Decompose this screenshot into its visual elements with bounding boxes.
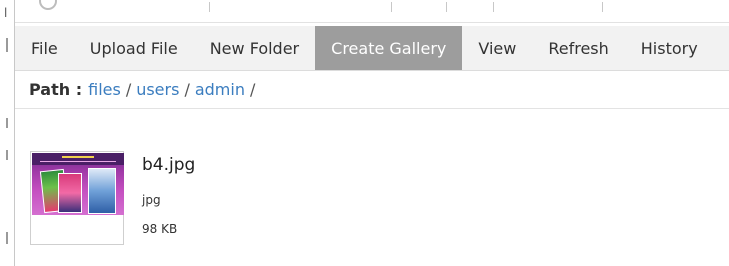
toolbar-separator [446,2,447,12]
window-left-edge: l [0,0,14,266]
path-label: Path : [29,80,83,99]
thumbnail-package [88,168,116,214]
left-edge-tick [6,118,8,128]
menu-item-create-gallery[interactable]: Create Gallery [315,26,463,70]
breadcrumb-separator: / [184,80,190,99]
menu-item-file[interactable]: File [15,26,74,70]
thumbnail-banner [32,153,124,165]
left-edge-tick [6,232,8,244]
menu-item-refresh[interactable]: Refresh [532,26,624,70]
image-thumbnail-icon[interactable] [30,151,124,245]
menu-item-upload-file[interactable]: Upload File [74,26,194,70]
menu-item-view[interactable]: View [462,26,532,70]
menu-item-new-folder[interactable]: New Folder [194,26,315,70]
thumbnail-package [58,173,82,213]
file-name[interactable]: b4.jpg [142,155,195,175]
breadcrumb-link-files[interactable]: files [88,80,121,99]
thumbnail-banner-subtext [40,161,116,162]
breadcrumb-separator: / [249,80,256,99]
file-list-item[interactable]: b4.jpg jpg 98 KB [30,151,630,251]
thumbnail-banner-text [62,156,94,158]
toolbar-separator [391,2,392,12]
top-toolbar-strip [15,0,729,23]
menu-bar: File Upload File New Folder Create Galle… [15,26,729,70]
menu-item-history[interactable]: History [625,26,714,70]
left-edge-tick [6,150,8,160]
breadcrumb: Path : files / users / admin / [15,71,729,109]
toolbar-separator [493,2,494,12]
file-type: jpg [142,193,161,207]
toolbar-separator [602,2,603,12]
toolbar-separator [209,2,210,12]
left-edge-tick [6,38,8,52]
file-manager-window: l File Upload File New Folder Create Gal… [0,0,729,266]
breadcrumb-link-users[interactable]: users [136,80,179,99]
breadcrumb-separator: / [125,80,132,99]
thumbnail-image [32,153,124,215]
top-circle-icon [39,0,57,10]
breadcrumb-link-admin[interactable]: admin [195,80,245,99]
file-size: 98 KB [142,222,178,236]
left-edge-glyph: l [4,6,8,20]
